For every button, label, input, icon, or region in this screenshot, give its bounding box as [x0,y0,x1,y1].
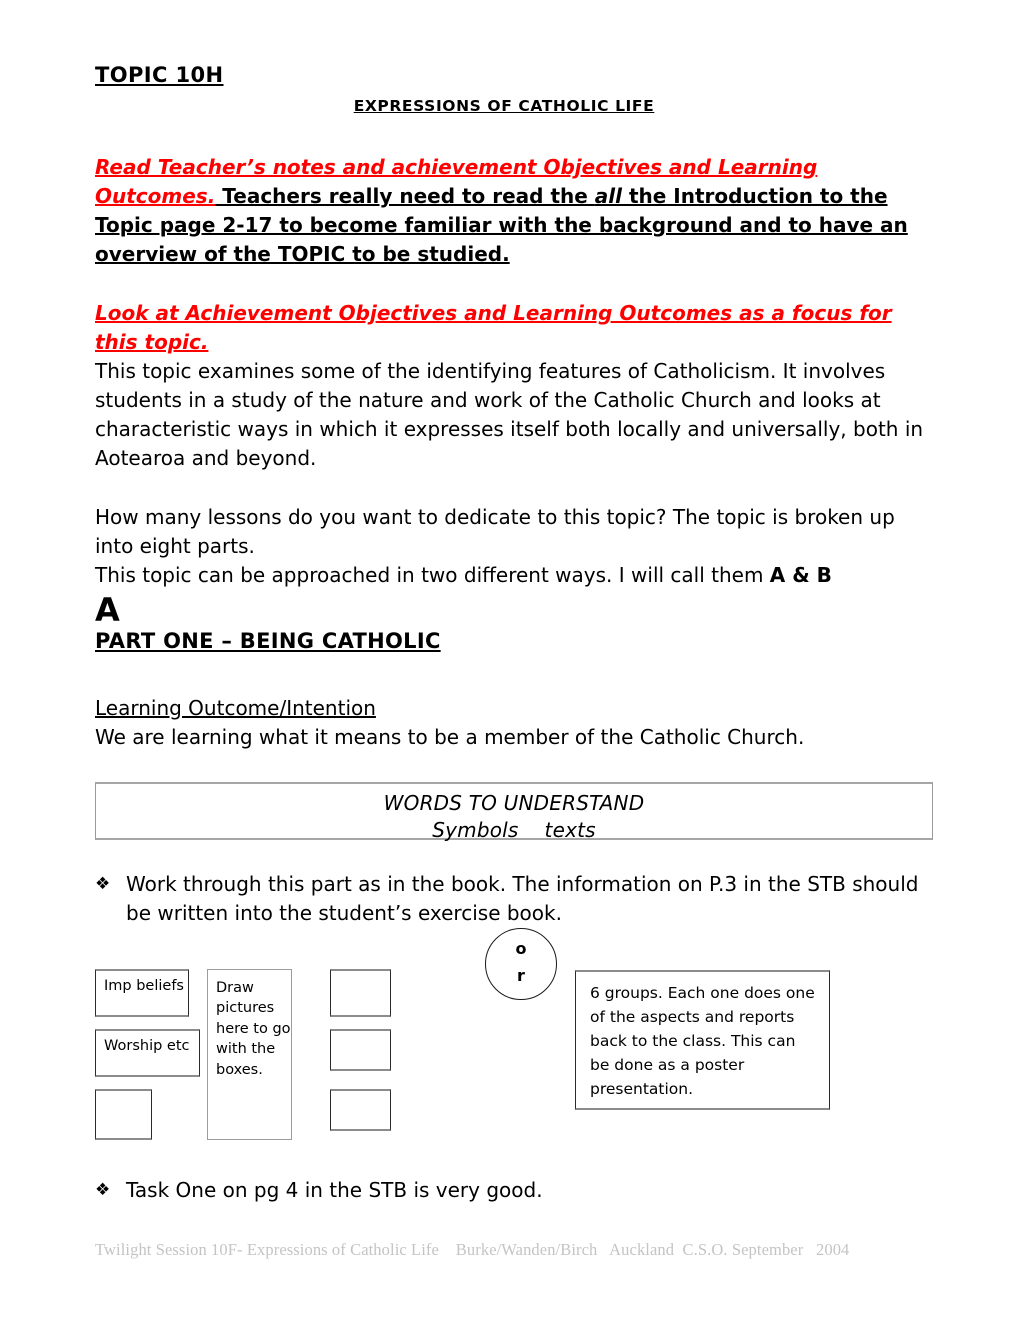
bullet-text: Task One on pg 4 in the STB is very good… [126,1177,543,1202]
or-letter-r: r [517,965,525,985]
diamond-bullet-icon: ❖ [95,873,111,894]
overview-red-lead: Look at Achievement Objectives and Learn… [95,301,892,355]
overview-body: This topic examines some of the identify… [95,359,924,471]
diagram-box-worship: Worship etc [95,1028,200,1077]
page-footer: Twilight Session 10F- Expressions of Cat… [95,1240,850,1259]
bullet-text: Work through this part as in the book. T… [126,871,919,925]
learning-outcome-text: We are learning what it means to be a me… [95,724,805,749]
diamond-bullet-icon: ❖ [95,1179,111,1200]
diagram-box-empty-middle-1 [330,968,391,1017]
diagram-box-empty-middle-3 [330,1088,391,1131]
overview-red-lead-line: Look at Achievement Objectives and Learn… [95,299,935,357]
part-heading-row: PART ONE – BEING CATHOLIC [95,628,935,655]
page-title: TOPIC 10H [95,63,224,87]
lessons-paragraph-2-bold: A & B [769,563,832,588]
lessons-paragraph-1: How many lessons do you want to dedicate… [95,505,895,559]
words-to-understand-words: Symbols texts [96,817,932,844]
diagram-box-draw-pictures: Draw pictures here to go with the boxes. [207,968,292,1140]
section-letter: A [95,591,120,630]
learning-outcome-heading: Learning Outcome/Intention [95,695,376,720]
part-heading: PART ONE – BEING CATHOLIC [95,629,441,654]
or-letter-o: o [515,938,527,958]
diagram-box-important-beliefs: Imp beliefs [95,968,189,1017]
words-to-understand-box: WORDS TO UNDERSTAND Symbols texts [95,781,933,842]
word-texts: texts [544,817,596,842]
diagram-box-empty-middle-2 [330,1028,391,1071]
page-subtitle: EXPRESSIONS OF CATHOLIC LIFE [353,97,655,116]
words-to-understand-heading: WORDS TO UNDERSTAND [383,790,645,815]
bullet-item: ❖ Work through this part as in the book.… [95,870,935,928]
or-connector-circle: o r [485,927,557,1000]
document-content: TOPIC 10H EXPRESSIONS OF CATHOLIC LIFE R… [95,62,935,1205]
document-page: TOPIC 10H EXPRESSIONS OF CATHOLIC LIFE R… [0,0,1020,1320]
intro-paragraph: Read Teacher’s notes and achievement Obj… [95,153,935,269]
diagram-box-empty-left [95,1088,152,1140]
page-subtitle-row: EXPRESSIONS OF CATHOLIC LIFE [95,96,935,115]
intro-emphasis-all: all [594,184,623,209]
learning-outcome-heading-row: Learning Outcome/Intention [95,694,935,723]
boxes-diagram: Imp beliefs Worship etc Draw pictures he… [95,927,935,1146]
bullet-item: ❖ Task One on pg 4 in the STB is very go… [95,1176,935,1205]
diagram-box-groups-instructions: 6 groups. Each one does one of the aspec… [575,969,830,1110]
intro-black-part-1: Teachers really need to read the [215,184,595,209]
lessons-paragraph-2-prefix: This topic can be approached in two diff… [95,563,770,588]
page-title-row: TOPIC 10H [95,62,935,88]
word-symbols: Symbols [432,817,519,842]
lessons-paragraph-2: This topic can be approached in two diff… [95,561,935,590]
